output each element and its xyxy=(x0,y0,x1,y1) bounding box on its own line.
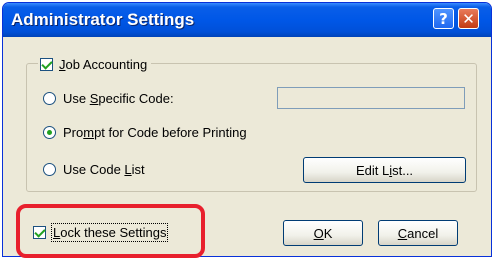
edit-list-text-b: st... xyxy=(392,162,414,178)
code-list-label: Use Code List xyxy=(63,162,145,177)
code-list-accel: L xyxy=(124,162,132,177)
prompt-code-text-b: pt for Code before Printing xyxy=(94,125,247,140)
option-specific-code[interactable]: Use Specific Code: xyxy=(43,91,174,106)
lock-settings-option[interactable]: Lock these Settings xyxy=(33,223,169,242)
edit-list-button[interactable]: Edit List... xyxy=(303,157,466,183)
lock-settings-rest: ock these Settings xyxy=(60,225,167,240)
cancel-accel: C xyxy=(397,225,408,241)
ok-text: K xyxy=(323,225,333,241)
prompt-code-radio[interactable] xyxy=(43,126,56,139)
edit-list-text-a: Edit L xyxy=(355,162,390,178)
prompt-code-accel: m xyxy=(83,125,95,140)
job-accounting-rest: ob Accounting xyxy=(65,56,148,72)
code-list-radio[interactable] xyxy=(43,163,56,176)
code-list-text-b: ist xyxy=(131,162,145,177)
title-bar[interactable]: Administrator Settings ? ✕ xyxy=(3,3,491,37)
prompt-code-label: Prompt for Code before Printing xyxy=(63,125,247,140)
job-accounting-checkbox[interactable] xyxy=(40,57,53,71)
specific-code-radio[interactable] xyxy=(43,92,56,105)
ok-accel: O xyxy=(313,225,324,241)
option-prompt-code[interactable]: Prompt for Code before Printing xyxy=(43,125,247,140)
ok-label: OK xyxy=(314,226,333,241)
specific-code-text-a: Use xyxy=(63,91,90,106)
specific-code-label: Use Specific Code: xyxy=(63,91,174,106)
job-accounting-legend[interactable]: Job Accounting xyxy=(38,56,152,72)
close-button[interactable]: ✕ xyxy=(458,8,479,29)
close-icon: ✕ xyxy=(462,9,475,28)
prompt-code-text-a: Pro xyxy=(63,125,84,140)
cancel-label: Cancel xyxy=(398,226,438,241)
ok-button[interactable]: OK xyxy=(283,220,363,246)
cancel-button[interactable]: Cancel xyxy=(378,220,458,246)
help-icon: ? xyxy=(439,9,448,28)
code-list-text-a: Use Code xyxy=(63,162,125,177)
lock-settings-checkbox[interactable] xyxy=(33,226,46,239)
specific-code-input[interactable] xyxy=(277,87,465,109)
specific-code-text-b: pecific Code: xyxy=(98,91,174,106)
lock-settings-label: Lock these Settings xyxy=(50,223,169,242)
dialog-title: Administrator Settings xyxy=(11,10,195,29)
edit-list-label: Edit List... xyxy=(356,163,413,178)
option-code-list[interactable]: Use Code List xyxy=(43,162,145,177)
job-accounting-label: Job Accounting xyxy=(59,57,147,72)
help-button[interactable]: ? xyxy=(433,8,454,29)
cancel-text: ancel xyxy=(407,225,439,241)
